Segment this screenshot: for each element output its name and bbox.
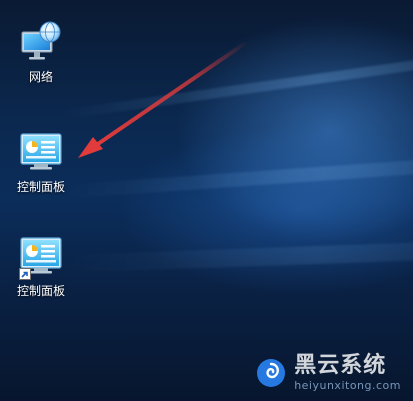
watermark-subtitle: heiyunxitong.com (294, 379, 401, 392)
desktop-icon-control-panel-shortcut[interactable]: 控制面板 (6, 234, 76, 298)
desktop-icon-label: 控制面板 (16, 284, 65, 298)
control-panel-icon (19, 234, 63, 280)
desktop: 网络 控制面板 控制面板 黑云系统 heiyunxitong.com (0, 0, 413, 401)
watermark-title: 黑云系统 (294, 353, 387, 378)
wallpaper-light-beam (59, 148, 413, 199)
network-icon (19, 20, 63, 64)
control-panel-icon (19, 130, 63, 174)
desktop-icon-label: 控制面板 (16, 180, 65, 194)
desktop-icon-network[interactable]: 网络 (6, 20, 76, 84)
desktop-icon-control-panel[interactable]: 控制面板 (6, 130, 76, 194)
desktop-icon-label: 网络 (28, 70, 53, 84)
wallpaper-light-beam (59, 37, 413, 120)
watermark-text: 黑云系统 heiyunxitong.com (294, 353, 401, 392)
wallpaper-light-beam (59, 236, 413, 273)
shortcut-arrow-icon (19, 268, 31, 280)
watermark: 黑云系统 heiyunxitong.com (256, 355, 401, 391)
swirl-logo-icon (256, 358, 286, 388)
